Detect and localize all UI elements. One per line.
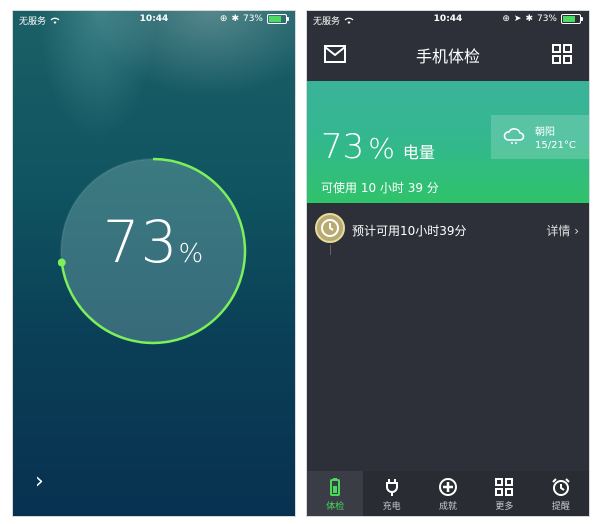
battery-icon	[330, 478, 341, 496]
tab-bar: 体检 充电 成就 更多 提醒	[307, 471, 589, 516]
right-phone-screen: 无服务 10:44 ⊕ ➤ ✱ 73% 手机体检 73 % 电量 可使用 10 …	[306, 10, 590, 517]
grid-icon	[495, 478, 514, 496]
battery-level-label: 电量	[402, 143, 435, 162]
location-arrow-icon: ➤	[513, 14, 522, 24]
weather-city: 朝阳	[535, 127, 555, 138]
battery-level: 73 % 电量	[321, 127, 435, 167]
timeline-line	[330, 245, 331, 255]
estimate-text: 预计可用10小时39分	[352, 224, 467, 238]
plug-icon	[385, 479, 398, 496]
next-chevron-icon[interactable]: ›	[35, 469, 44, 494]
app-header: 手机体检	[307, 29, 589, 81]
battery-percent: 73%	[242, 14, 263, 24]
battery-percentage: 73%	[58, 208, 248, 276]
weather-temperature: 15/21°C	[535, 140, 576, 151]
lock-rotation-icon: ⊕	[502, 14, 510, 24]
alarm-clock-icon	[552, 478, 570, 496]
tab-achievements[interactable]: 成就	[420, 471, 476, 516]
battery-percent: 73%	[536, 14, 557, 24]
bluetooth-icon: ✱	[525, 14, 533, 24]
grid-menu-icon[interactable]	[552, 44, 572, 64]
tab-label: 更多	[495, 502, 514, 512]
battery-level-unit: %	[368, 132, 395, 165]
battery-percentage-number: 73	[102, 208, 179, 276]
battery-summary-card: 73 % 电量 可使用 10 小时 39 分 朝阳 15/21°C	[307, 81, 589, 203]
tab-label: 体检	[326, 502, 345, 512]
cloud-icon	[503, 128, 525, 144]
lock-rotation-icon: ⊕	[219, 14, 228, 24]
tab-checkup[interactable]: 体检	[307, 471, 364, 516]
tab-label: 充电	[382, 502, 401, 512]
battery-ring: 73%	[58, 156, 248, 346]
status-bar: 无服务 10:44 ⊕ ✱ 73%	[13, 11, 295, 29]
left-phone-screen: 无服务 10:44 ⊕ ✱ 73% 73% ›	[12, 10, 296, 517]
tab-charging[interactable]: 充电	[363, 471, 419, 516]
weather-widget[interactable]: 朝阳 15/21°C	[491, 115, 589, 159]
remaining-time: 可使用 10 小时 39 分	[321, 181, 439, 195]
tab-reminders[interactable]: 提醒	[533, 471, 589, 516]
estimate-row[interactable]: 预计可用10小时39分 详情 ›	[307, 211, 589, 255]
plus-circle-icon	[439, 478, 458, 496]
status-bar: 无服务 10:44 ⊕ ➤ ✱ 73%	[307, 11, 589, 29]
tab-label: 成就	[439, 502, 458, 512]
battery-percentage-unit: %	[178, 239, 204, 269]
page-title: 手机体检	[415, 47, 480, 66]
bluetooth-icon: ✱	[231, 14, 239, 24]
tab-more[interactable]: 更多	[476, 471, 532, 516]
tab-label: 提醒	[551, 502, 570, 512]
details-link[interactable]: 详情 ›	[546, 222, 579, 239]
clock-icon	[315, 213, 345, 243]
battery-level-number: 73	[321, 127, 365, 167]
battery-icon	[561, 14, 583, 24]
battery-icon	[267, 14, 289, 24]
